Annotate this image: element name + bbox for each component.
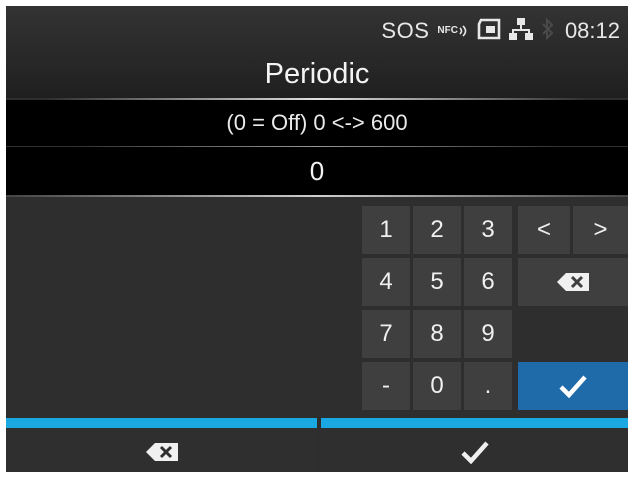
sos-indicator: SOS [381,18,430,43]
minus-key[interactable]: - [362,362,410,410]
network-icon [508,17,533,46]
page-title: Periodic [264,58,370,90]
confirm-button[interactable] [321,418,628,472]
key-0[interactable]: 0 [413,362,461,410]
checkmark-icon [558,374,588,398]
numeric-keypad: 1 2 3 < > 4 5 6 7 8 9 - 0 . [362,206,628,412]
nfc-icon: NFC [437,25,469,37]
backspace-icon [556,272,590,292]
value-underline [6,195,628,197]
clock: 08:12 [564,18,620,43]
value-field[interactable]: 0 [6,147,628,195]
header: SOS NFC 08:12 Periodic [6,6,628,98]
key-5[interactable]: 5 [413,258,461,306]
decimal-key[interactable]: . [464,362,512,410]
printer-screen: SOS NFC 08:12 Periodic (0 = Off) 0 <-> 6… [6,6,628,472]
backspace-key[interactable] [518,258,628,306]
key-1[interactable]: 1 [362,206,410,254]
cursor-right-key[interactable]: > [573,206,628,254]
status-bar: SOS NFC 08:12 [381,16,620,46]
enter-key[interactable] [518,362,628,410]
checkmark-icon [460,440,490,464]
memory-card-icon [477,18,501,45]
key-3[interactable]: 3 [464,206,512,254]
cursor-left-key[interactable]: < [518,206,570,254]
key-6[interactable]: 6 [464,258,512,306]
bluetooth-icon [541,17,555,45]
nfc-label: NFC [437,25,458,36]
backspace-icon [145,442,179,462]
cancel-button[interactable] [6,418,317,472]
key-7[interactable]: 7 [362,310,410,358]
key-4[interactable]: 4 [362,258,410,306]
range-hint: (0 = Off) 0 <-> 600 [6,100,628,146]
key-2[interactable]: 2 [413,206,461,254]
key-8[interactable]: 8 [413,310,461,358]
softkey-bar [6,418,628,472]
key-9[interactable]: 9 [464,310,512,358]
